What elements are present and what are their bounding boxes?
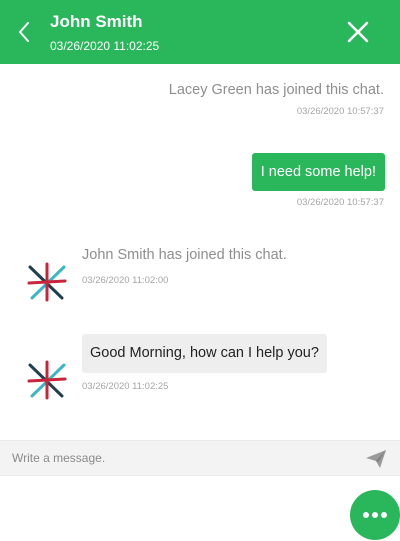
system-message: Lacey Green has joined this chat. 03/26/… (169, 82, 384, 117)
close-button[interactable] (342, 16, 374, 48)
close-icon (347, 21, 369, 43)
message-timestamp: 03/26/2020 10:57:37 (296, 197, 384, 208)
more-options-button[interactable] (350, 490, 400, 540)
system-message-text: John Smith has joined this chat. (82, 247, 287, 263)
message-composer (0, 440, 400, 476)
agent-logo-icon (27, 262, 67, 302)
incoming-message-bubble: Good Morning, how can I help you? (82, 334, 327, 373)
chevron-left-icon (19, 22, 29, 42)
message-input[interactable] (12, 447, 342, 469)
send-icon (366, 450, 386, 468)
back-button[interactable] (8, 14, 40, 50)
outgoing-message-bubble: I need some help! (251, 153, 385, 191)
agent-name: John Smith (50, 12, 143, 31)
message-timestamp: 03/26/2020 10:57:37 (296, 106, 384, 117)
more-dots-icon (363, 512, 369, 518)
system-message-text: Lacey Green has joined this chat. (168, 82, 384, 98)
send-button[interactable] (364, 447, 388, 471)
message-list[interactable]: Lacey Green has joined this chat. 03/26/… (0, 64, 400, 440)
header-timestamp: 03/26/2020 11:02:25 (50, 39, 160, 53)
message-timestamp: 03/26/2020 11:02:00 (82, 275, 169, 286)
message-timestamp: 03/26/2020 11:02:25 (82, 381, 169, 392)
agent-logo-icon (27, 360, 67, 400)
chat-header: John Smith 03/26/2020 11:02:25 (0, 0, 400, 64)
